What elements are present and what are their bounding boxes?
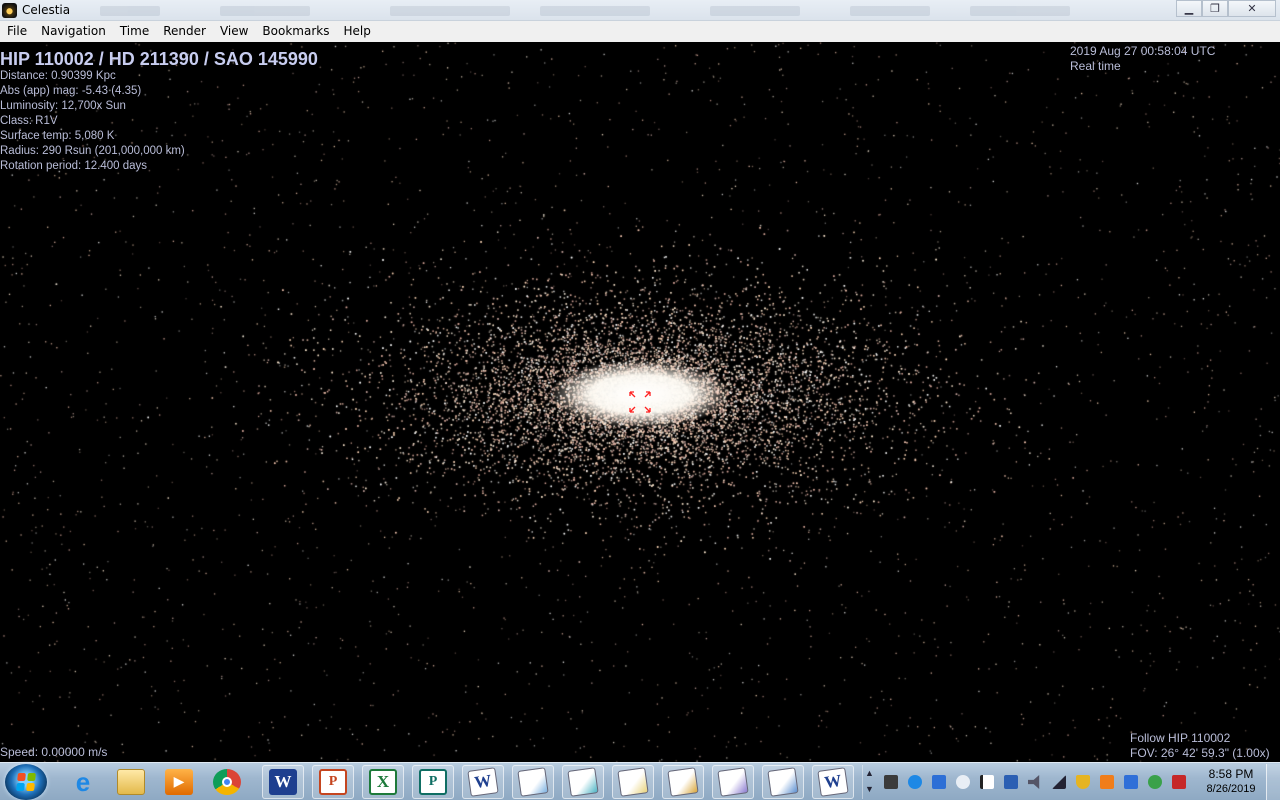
clock-date: 8/26/2019 xyxy=(1206,783,1256,795)
tray-app-icon[interactable] xyxy=(884,775,898,789)
taskbar: e ▶ W P X P W W ▲ ▼ 8:58 PM 8/26/2019 xyxy=(0,762,1280,800)
time-mode: Real time xyxy=(1070,59,1121,73)
selected-star-name: HIP 110002 / HD 211390 / SAO 145990 xyxy=(0,49,318,69)
tray-alert-icon[interactable] xyxy=(1172,775,1186,789)
powerpoint-icon[interactable]: P xyxy=(312,765,354,799)
word-doc-icon[interactable]: W xyxy=(812,765,854,799)
show-desktop-button[interactable] xyxy=(1266,764,1280,800)
tray-update-icon[interactable] xyxy=(1100,775,1114,789)
menu-bookmarks[interactable]: Bookmarks xyxy=(255,21,336,42)
menu-render[interactable]: Render xyxy=(156,21,213,42)
selection-marker-icon xyxy=(629,391,651,413)
tray-network-icon[interactable] xyxy=(1052,775,1066,789)
sky-viewport[interactable]: HIP 110002 / HD 211390 / SAO 145990 Dist… xyxy=(0,42,1280,762)
star-class: Class: R1V xyxy=(0,115,58,127)
word-icon[interactable]: W xyxy=(262,765,304,799)
speed-readout: Speed: 0.00000 m/s xyxy=(0,745,108,759)
star-luminosity: Luminosity: 12,700x Sun xyxy=(0,100,126,112)
publisher-icon[interactable]: P xyxy=(412,765,454,799)
star-rotation-period: Rotation period: 12.400 days xyxy=(0,160,148,172)
star-surface-temp: Surface temp: 5,080 K xyxy=(0,130,115,142)
wordpad-doc-icon[interactable]: W xyxy=(462,765,504,799)
mail-doc-icon[interactable] xyxy=(612,765,654,799)
minimize-button[interactable]: ▁ xyxy=(1176,0,1202,17)
sketch-doc-icon[interactable] xyxy=(562,765,604,799)
follow-target: Follow HIP 110002 xyxy=(1130,731,1231,745)
maximize-button[interactable]: ❐ xyxy=(1202,0,1228,17)
star-magnitude: Abs (app) mag: -5.43 (4.35) xyxy=(0,85,142,97)
menu-bar: File Navigation Time Render View Bookmar… xyxy=(0,21,1280,42)
selection-info: HIP 110002 / HD 211390 / SAO 145990 Dist… xyxy=(0,49,318,174)
menu-help[interactable]: Help xyxy=(336,21,377,42)
menu-navigation[interactable]: Navigation xyxy=(34,21,113,42)
tray-cloud-icon[interactable] xyxy=(956,775,970,789)
excel-icon[interactable]: X xyxy=(362,765,404,799)
clock-doc-icon[interactable] xyxy=(762,765,804,799)
tray-security-icon[interactable] xyxy=(1148,775,1162,789)
tray-volume-icon[interactable] xyxy=(1028,775,1040,789)
chrome-icon[interactable] xyxy=(206,765,248,799)
time-display: 2019 Aug 27 00:58:04 UTC Real time xyxy=(1070,44,1215,74)
star-radius: Radius: 290 Rsun (201,000,000 km) xyxy=(0,145,185,157)
tray-onedrive-icon[interactable] xyxy=(908,775,922,789)
internet-explorer-icon[interactable]: e xyxy=(62,765,104,799)
document-icon[interactable] xyxy=(512,765,554,799)
settings-doc-icon[interactable] xyxy=(712,765,754,799)
tray-dropbox-icon[interactable] xyxy=(932,775,946,789)
follow-info: Follow HIP 110002 FOV: 26° 42' 59.3" (1.… xyxy=(1130,731,1270,761)
form-doc-icon[interactable] xyxy=(662,765,704,799)
celestia-app-icon xyxy=(2,3,17,18)
window-title: Celestia xyxy=(22,3,71,17)
close-button[interactable]: ✕ xyxy=(1228,0,1276,17)
background-window-ghost xyxy=(70,2,1150,19)
field-of-view: FOV: 26° 42' 59.3" (1.00x) xyxy=(1130,746,1270,760)
start-button[interactable] xyxy=(5,764,47,800)
title-bar: Celestia ▁ ❐ ✕ xyxy=(0,0,1280,21)
file-explorer-icon[interactable] xyxy=(110,765,152,799)
tray-monitor-icon[interactable] xyxy=(1004,775,1018,789)
star-distance: Distance: 0.90399 Kpc xyxy=(0,70,116,82)
tray-expand-icon[interactable]: ▲ ▼ xyxy=(862,765,876,799)
menu-view[interactable]: View xyxy=(213,21,255,42)
taskbar-clock[interactable]: 8:58 PM 8/26/2019 xyxy=(1196,767,1266,797)
tray-bluetooth-icon[interactable] xyxy=(1124,775,1138,789)
current-datetime: 2019 Aug 27 00:58:04 UTC xyxy=(1070,44,1216,58)
tray-flag-icon[interactable] xyxy=(980,775,994,789)
tray-shield-icon[interactable] xyxy=(1076,775,1090,789)
menu-time[interactable]: Time xyxy=(113,21,156,42)
media-player-icon[interactable]: ▶ xyxy=(158,765,200,799)
clock-time: 8:58 PM xyxy=(1208,767,1254,781)
menu-file[interactable]: File xyxy=(0,21,34,42)
